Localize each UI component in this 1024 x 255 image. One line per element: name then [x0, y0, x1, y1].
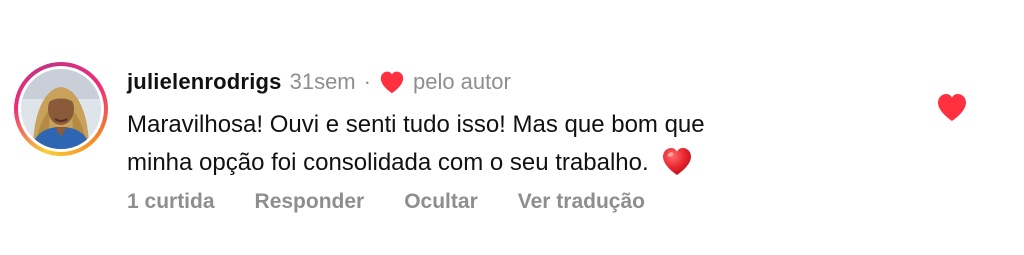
see-translation-button[interactable]: Ver tradução: [518, 190, 645, 214]
likes-count-link[interactable]: 1 curtida: [127, 190, 215, 214]
comment-text-line-2: minha opção foi consolidada com o seu tr…: [127, 149, 649, 176]
red-heart-emoji-icon: [661, 146, 693, 176]
reply-button[interactable]: Responder: [255, 190, 365, 214]
heart-icon: [379, 70, 405, 94]
avatar[interactable]: [21, 69, 101, 149]
heart-filled-icon: [938, 94, 966, 121]
comment-text: Maravilhosa! Ouvi e senti tudo isso! Mas…: [127, 106, 887, 182]
liked-by-author-label: pelo autor: [412, 69, 511, 94]
avatar-photo: [21, 69, 101, 149]
like-button[interactable]: [936, 92, 968, 122]
separator-dot: ·: [363, 69, 371, 94]
comment-actions: 1 curtida Responder Ocultar Ver tradução: [127, 190, 685, 214]
username[interactable]: julielenrodrigs: [127, 69, 282, 95]
comment-text-line-1: Maravilhosa! Ouvi e senti tudo isso! Mas…: [127, 111, 705, 138]
comment-text-line-2-wrap: minha opção foi consolidada com o seu tr…: [127, 144, 887, 182]
avatar-ring-gap: [18, 66, 104, 152]
comment-item: julielenrodrigs 31sem · pelo autor Marav…: [0, 0, 1024, 255]
avatar-story-ring[interactable]: [14, 62, 108, 156]
comment-header: julielenrodrigs 31sem · pelo autor: [127, 66, 511, 98]
comment-time: 31sem: [289, 69, 356, 94]
hide-button[interactable]: Ocultar: [404, 190, 478, 214]
